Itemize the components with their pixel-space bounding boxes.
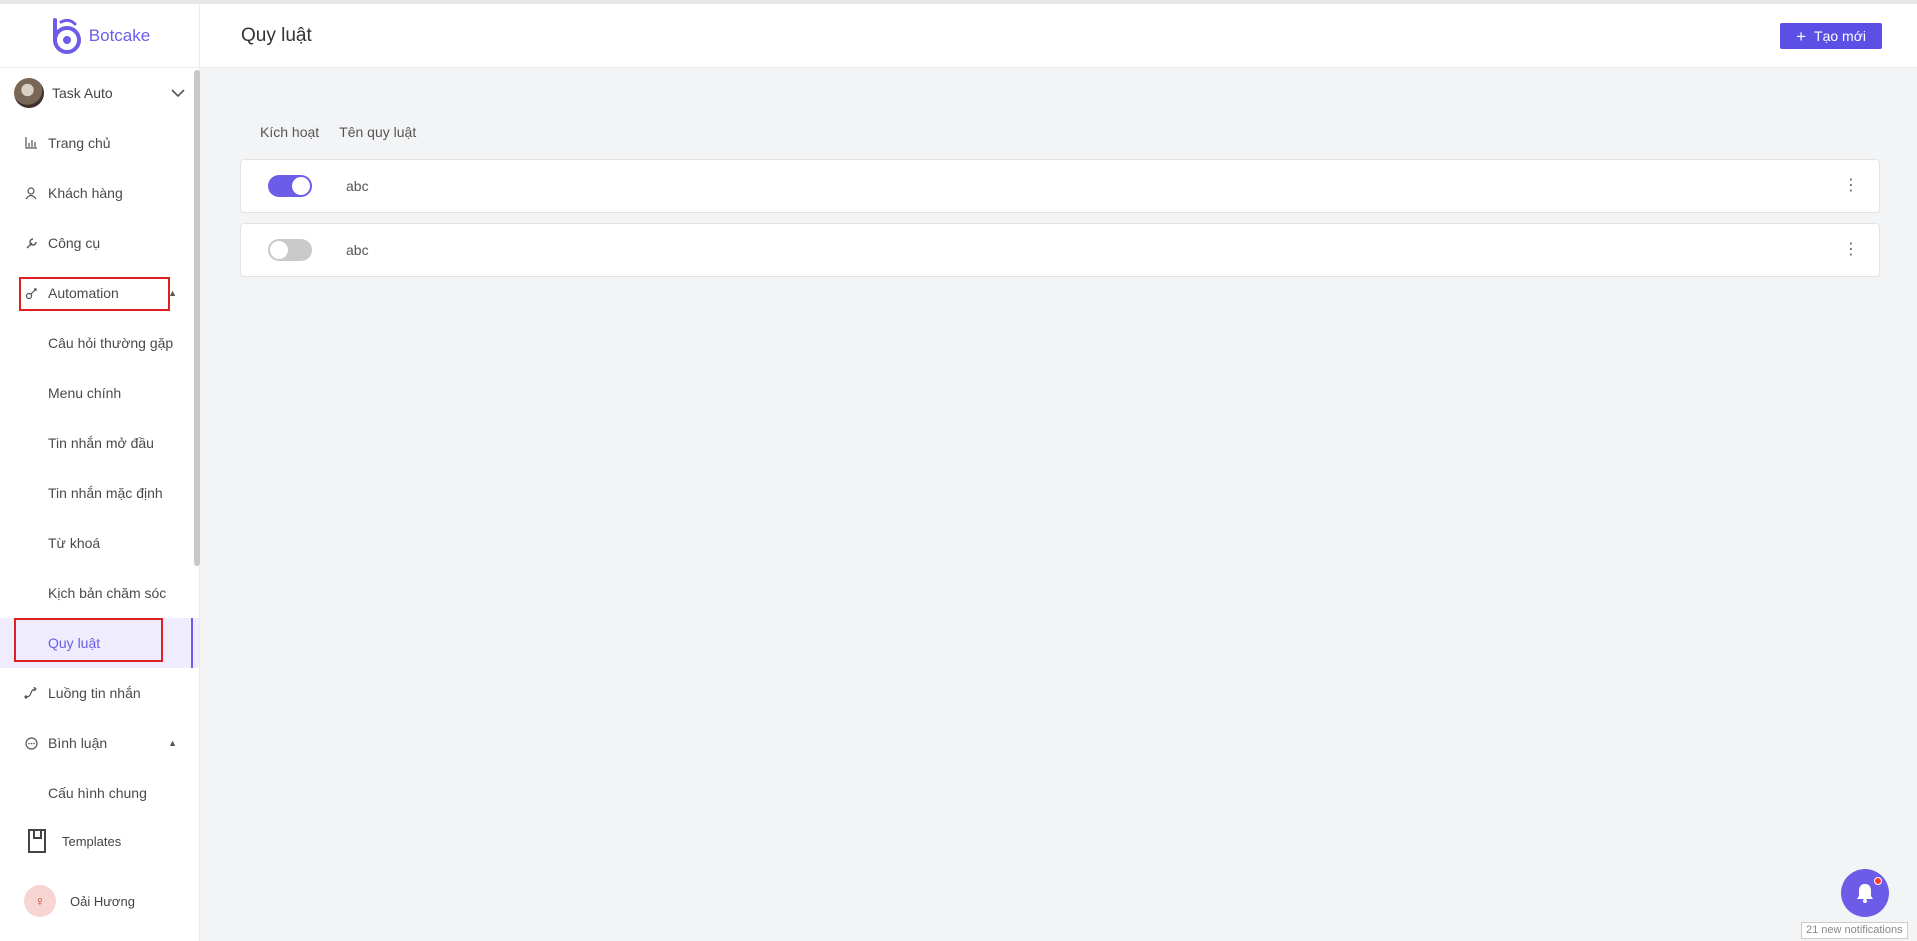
- sidebar-item-label: Công cụ: [48, 235, 101, 251]
- toggle-knob: [292, 177, 310, 195]
- active-toggle[interactable]: [268, 239, 312, 261]
- wrench-icon: [24, 236, 38, 250]
- workspace-avatar: [14, 78, 44, 108]
- more-options-icon[interactable]: ⋮: [1841, 242, 1861, 258]
- sidebar-item-cong-cu[interactable]: Công cụ: [0, 218, 199, 268]
- sidebar-item-cau-hoi-thuong-gap[interactable]: Câu hỏi thường gặp: [0, 318, 199, 368]
- table-row: abc ⋮: [240, 159, 1880, 213]
- create-button-label: Tạo mới: [1814, 28, 1866, 44]
- table-header: Kích hoạt Tên quy luật: [260, 124, 416, 140]
- sidebar-item-label: Trang chủ: [48, 135, 111, 151]
- sidebar-item-label: Automation: [48, 285, 119, 301]
- sidebar-item-label: Bình luận: [48, 735, 108, 751]
- column-header-active: Kích hoạt: [260, 124, 320, 140]
- rule-name[interactable]: abc: [346, 242, 1841, 258]
- more-options-icon[interactable]: ⋮: [1841, 178, 1861, 194]
- app-name: Botcake: [88, 25, 151, 45]
- sidebar-item-menu-chinh[interactable]: Menu chính: [0, 368, 199, 418]
- user-icon: [24, 186, 38, 200]
- sidebar-item-label: Khách hàng: [48, 185, 123, 201]
- templates-button[interactable]: Templates: [0, 816, 199, 866]
- workspace-switcher[interactable]: Task Auto: [0, 68, 199, 118]
- botcake-logo-icon: [52, 17, 81, 54]
- sidebar-item-luong-tin-nhan[interactable]: Luồng tin nhắn: [0, 668, 199, 718]
- plus-icon: +: [1796, 26, 1807, 46]
- page-title: Quy luật: [241, 24, 312, 46]
- workspace-name: Task Auto: [52, 85, 113, 101]
- sidebar-item-automation[interactable]: Automation ▲: [0, 268, 199, 318]
- rule-name[interactable]: abc: [346, 178, 1841, 194]
- sidebar-item-trang-chu[interactable]: Trang chủ: [0, 118, 199, 168]
- user-profile[interactable]: ♀ Oải Hương: [0, 876, 199, 926]
- table-row: abc ⋮: [240, 223, 1880, 277]
- chevron-down-icon: [171, 89, 185, 98]
- page-header: Quy luật + Tạo mới: [200, 4, 1917, 68]
- sidebar-item-khach-hang[interactable]: Khách hàng: [0, 168, 199, 218]
- sidebar-item-quy-luat[interactable]: Quy luật: [0, 618, 199, 668]
- column-header-name: Tên quy luật: [339, 124, 417, 140]
- bell-icon: [1857, 884, 1873, 903]
- notification-dot: [1874, 877, 1882, 885]
- sidebar-item-cau-hinh-chung[interactable]: Cấu hình chung: [0, 768, 199, 818]
- notification-button[interactable]: [1841, 869, 1889, 917]
- chevron-up-icon: ▲: [168, 738, 177, 748]
- sidebar-item-label: Luồng tin nhắn: [48, 685, 141, 701]
- notification-count-label: 21 new notifications: [1801, 922, 1908, 939]
- active-toggle[interactable]: [268, 175, 312, 197]
- sidebar-item-binh-luan[interactable]: Bình luận ▲: [0, 718, 199, 768]
- bar-chart-icon: [24, 136, 38, 150]
- sidebar: Botcake Task Auto Trang chủ Khách hàng C…: [0, 4, 200, 941]
- sidebar-item-tin-nhan-mo-dau[interactable]: Tin nhắn mở đầu: [0, 418, 199, 468]
- comment-icon: [24, 736, 38, 750]
- app-logo[interactable]: Botcake: [0, 4, 199, 68]
- create-button[interactable]: + Tạo mới: [1780, 23, 1882, 49]
- toggle-knob: [270, 241, 288, 259]
- avatar: ♀: [24, 885, 56, 917]
- sidebar-item-tu-khoa[interactable]: Từ khoá: [0, 518, 199, 568]
- bookmark-icon: [28, 829, 46, 853]
- robot-icon: [24, 286, 38, 300]
- flow-icon: [24, 686, 38, 700]
- sidebar-item-tin-nhan-mac-dinh[interactable]: Tin nhắn mặc định: [0, 468, 199, 518]
- templates-label: Templates: [62, 833, 122, 849]
- user-name: Oải Hương: [70, 893, 135, 909]
- sidebar-scrollbar[interactable]: [194, 70, 200, 566]
- chevron-up-icon: ▲: [168, 288, 177, 298]
- sidebar-item-kich-ban-cham-soc[interactable]: Kịch bản chăm sóc: [0, 568, 199, 618]
